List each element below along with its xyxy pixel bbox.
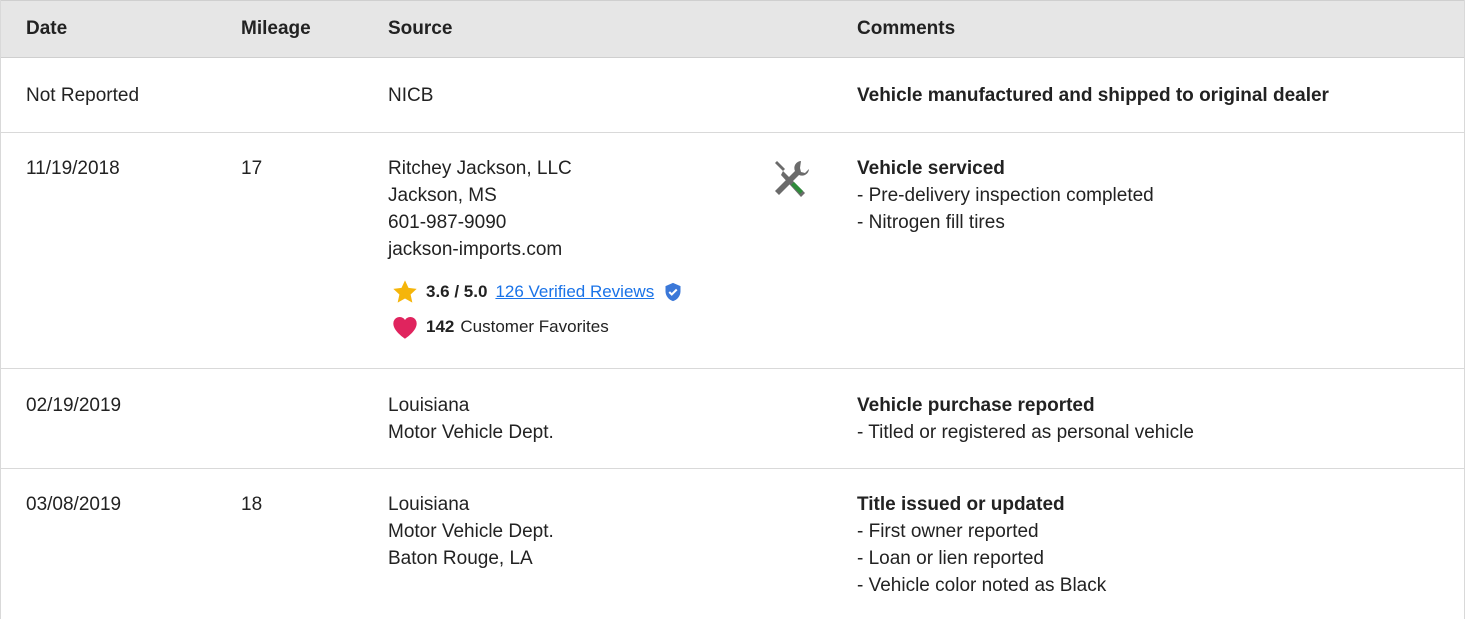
row-comment-title: Vehicle manufactured and shipped to orig… [857,85,1329,106]
favorites-label: Customer Favorites [460,317,609,336]
header-mileage: Mileage [241,18,311,39]
row-date: 11/19/2018 [26,158,120,179]
row-source: NICB [388,85,434,106]
row-comment: Title issued or updated - First owner re… [857,491,1106,599]
row-comment-title: Vehicle purchase reported [857,395,1095,416]
header-comments: Comments [857,18,956,39]
row-source: Ritchey Jackson, LLC Jackson, MS 601-987… [388,155,572,263]
comment-item: - Nitrogen fill tires [857,212,1005,233]
comment-item: - Vehicle color noted as Black [857,575,1107,596]
table-row: Not Reported NICB Vehicle manufactured a… [1,58,1464,133]
source-location: Jackson, MS [388,185,497,206]
row-mileage: 17 [241,158,263,179]
table-header: Date Mileage Source Comments [1,0,1464,58]
row-date: 03/08/2019 [26,494,122,515]
source-phone: 601-987-9090 [388,212,507,233]
verified-reviews-link[interactable]: 126 Verified Reviews [495,282,654,302]
wrench-screwdriver-icon [775,161,809,197]
row-source: Louisiana Motor Vehicle Dept. Baton Roug… [388,491,554,572]
source-website: jackson-imports.com [388,239,563,260]
header-source: Source [388,18,453,39]
row-mileage: 18 [241,494,263,515]
table-row: 02/19/2019 Louisiana Motor Vehicle Dept.… [1,369,1464,469]
vehicle-history-table: Date Mileage Source Comments Not Reporte… [0,0,1465,619]
source-line: Louisiana [388,494,470,515]
table-row: 03/08/2019 18 Louisiana Motor Vehicle De… [1,469,1464,619]
source-line: Louisiana [388,395,470,416]
source-line: Motor Vehicle Dept. [388,521,554,542]
comment-item: - Loan or lien reported [857,548,1044,569]
dealer-rating: 3.6 / 5.0 126 Verified Reviews [390,278,683,306]
header-date: Date [26,18,68,39]
row-date: Not Reported [26,85,140,106]
source-line: Motor Vehicle Dept. [388,422,554,443]
source-line: Baton Rouge, LA [388,548,533,569]
row-comment-title: Title issued or updated [857,494,1065,515]
row-comment-title: Vehicle serviced [857,158,1005,179]
comment-item: - Titled or registered as personal vehic… [857,422,1194,443]
row-source: Louisiana Motor Vehicle Dept. [388,392,554,446]
table-row: 11/19/2018 17 Ritchey Jackson, LLC Jacks… [1,133,1464,369]
verified-shield-icon [665,282,681,302]
rating-value: 3.6 / 5.0 [426,282,488,301]
heart-icon [393,316,417,339]
comment-item: - First owner reported [857,521,1039,542]
row-date: 02/19/2019 [26,395,122,416]
star-icon [393,280,417,303]
favorites-count: 142 [426,317,455,336]
row-comment: Vehicle serviced - Pre-delivery inspecti… [857,155,1154,236]
customer-favorites: 142 Customer Favorites [390,313,609,341]
source-dealer-name: Ritchey Jackson, LLC [388,158,572,179]
comment-item: - Pre-delivery inspection completed [857,185,1154,206]
row-comment: Vehicle purchase reported - Titled or re… [857,392,1194,446]
